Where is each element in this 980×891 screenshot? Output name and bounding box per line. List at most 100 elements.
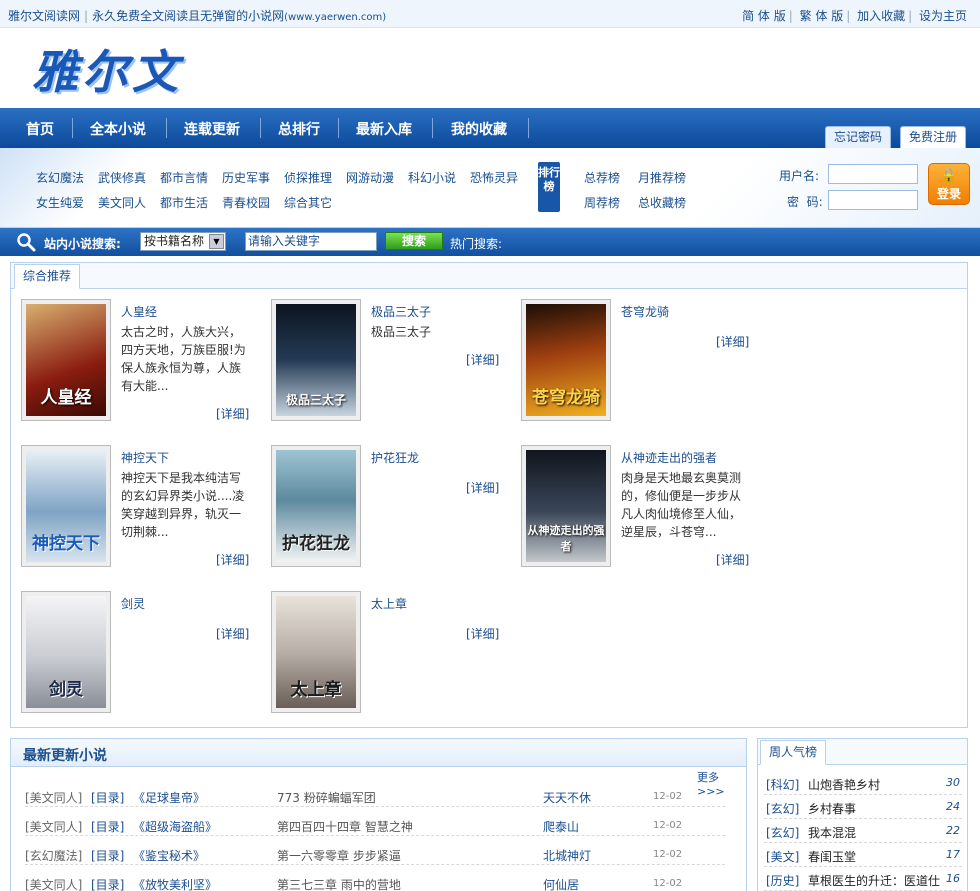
cat-urban-romance[interactable]: 都市言情 xyxy=(160,169,208,186)
row-chapter[interactable]: 773 粉碎蝙蝠军团 xyxy=(277,789,376,806)
book-detail-link[interactable]: [详细] xyxy=(216,551,249,568)
rank-total-recommend[interactable]: 总荐榜 xyxy=(584,169,620,186)
book-title[interactable]: 护花狂龙 xyxy=(371,449,419,466)
nav-full-novels[interactable]: 全本小说 xyxy=(90,119,146,139)
row-title[interactable]: 《鉴宝秘术》 xyxy=(133,847,205,864)
add-favorite-link[interactable]: 加入收藏 xyxy=(857,9,905,23)
row-category[interactable]: [美文同人] xyxy=(25,789,82,806)
nav-new-arrivals[interactable]: 最新入库 xyxy=(356,119,412,139)
ranking-badge: 排行榜 xyxy=(538,162,560,212)
search-input[interactable]: 请输入关键字 xyxy=(245,232,377,251)
item-title[interactable]: 我本混混 xyxy=(808,824,944,841)
row-author[interactable]: 北城神灯 xyxy=(543,847,591,864)
item-title[interactable]: 乡村春事 xyxy=(808,800,944,817)
book-cover[interactable]: 剑灵 xyxy=(21,591,111,713)
cat-horror[interactable]: 恐怖灵异 xyxy=(470,169,518,186)
book-detail-link[interactable]: [详细] xyxy=(216,405,249,422)
set-homepage-link[interactable]: 设为主页 xyxy=(919,9,967,23)
book-title[interactable]: 从神迹走出的强者 xyxy=(621,449,717,466)
cat-girls[interactable]: 女生纯爱 xyxy=(36,194,84,211)
row-toc-link[interactable]: [目录] xyxy=(91,876,124,891)
book-cover[interactable]: 从神迹走出的强者 xyxy=(521,445,611,567)
cover-title: 从神迹走出的强者 xyxy=(527,524,605,553)
row-title[interactable]: 《放牧美利坚》 xyxy=(133,876,217,891)
book-cover[interactable]: 护花狂龙 xyxy=(271,445,361,567)
table-row: [美文同人] [目录] 《放牧美利坚》 第三七三章 雨中的营地 何仙居 12-0… xyxy=(25,874,725,891)
login-button[interactable]: 🔒 登录 xyxy=(928,163,970,205)
simplified-link[interactable]: 简 体 版 xyxy=(742,9,786,23)
site-logo[interactable]: 雅尔文 xyxy=(32,36,192,100)
item-category[interactable]: [玄幻] xyxy=(766,824,799,841)
cat-detective[interactable]: 侦探推理 xyxy=(284,169,332,186)
rank-weekly-recommend[interactable]: 周荐榜 xyxy=(584,194,620,211)
item-category[interactable]: [玄幻] xyxy=(766,800,799,817)
traditional-link[interactable]: 繁 体 版 xyxy=(800,9,844,23)
cat-xuanhuan[interactable]: 玄幻魔法 xyxy=(36,169,84,186)
book-title[interactable]: 苍穹龙骑 xyxy=(621,303,669,320)
tab-weekly-popularity[interactable]: 周人气榜 xyxy=(760,740,827,765)
search-type-select[interactable]: 按书籍名称 ▼ xyxy=(140,232,226,251)
book-detail-link[interactable]: [详细] xyxy=(716,333,749,350)
book-detail-link[interactable]: [详细] xyxy=(466,351,499,368)
book-detail-link[interactable]: [详细] xyxy=(466,625,499,642)
item-category[interactable]: [历史] xyxy=(766,872,799,889)
row-chapter[interactable]: 第四百四十四章 智慧之神 xyxy=(277,818,413,835)
book-title[interactable]: 剑灵 xyxy=(121,595,145,612)
row-category[interactable]: [玄幻魔法] xyxy=(25,847,82,864)
row-category[interactable]: [美文同人] xyxy=(25,876,82,891)
book-title[interactable]: 太上章 xyxy=(371,595,407,612)
password-input[interactable] xyxy=(828,190,918,210)
item-title[interactable]: 山炮香艳乡村 xyxy=(808,776,944,793)
rank-total-favorites[interactable]: 总收藏榜 xyxy=(638,194,686,211)
book-detail-link[interactable]: [详细] xyxy=(716,551,749,568)
cover-title: 苍穹龙骑 xyxy=(532,388,600,408)
item-title[interactable]: 春闺玉堂 xyxy=(808,848,944,865)
row-title[interactable]: 《足球皇帝》 xyxy=(133,789,205,806)
row-author[interactable]: 天天不休 xyxy=(543,789,591,806)
book-cover[interactable]: 苍穹龙骑 xyxy=(521,299,611,421)
item-category[interactable]: [科幻] xyxy=(766,776,799,793)
book-cover[interactable]: 神控天下 xyxy=(21,445,111,567)
book-cover[interactable]: 极品三太子 xyxy=(271,299,361,421)
rank-monthly-recommend[interactable]: 月推荐榜 xyxy=(638,169,686,186)
search-button[interactable]: 搜索 xyxy=(385,232,443,250)
nav-home[interactable]: 首页 xyxy=(26,119,54,139)
item-category[interactable]: [美文] xyxy=(766,848,799,865)
cat-scifi[interactable]: 科幻小说 xyxy=(408,169,456,186)
cat-other[interactable]: 综合其它 xyxy=(284,194,332,211)
username-input[interactable] xyxy=(828,164,918,184)
row-toc-link[interactable]: [目录] xyxy=(91,847,124,864)
book-detail-link[interactable]: [详细] xyxy=(216,625,249,642)
cat-wuxia[interactable]: 武侠修真 xyxy=(98,169,146,186)
tab-recommend[interactable]: 综合推荐 xyxy=(14,264,81,289)
row-author[interactable]: 何仙居 xyxy=(543,876,579,891)
cat-history[interactable]: 历史军事 xyxy=(222,169,270,186)
search-icon xyxy=(17,233,36,252)
nav-my-favorites[interactable]: 我的收藏 xyxy=(451,119,507,139)
row-chapter[interactable]: 第一六零零章 步步紧逼 xyxy=(277,847,401,864)
row-author[interactable]: 爬泰山 xyxy=(543,818,579,835)
book-title[interactable]: 神控天下 xyxy=(121,449,169,466)
book-cover[interactable]: 太上章 xyxy=(271,591,361,713)
site-name[interactable]: 雅尔文阅读网 xyxy=(8,9,80,23)
cat-game-anime[interactable]: 网游动漫 xyxy=(346,169,394,186)
row-chapter[interactable]: 第三七三章 雨中的营地 xyxy=(277,876,401,891)
row-toc-link[interactable]: [目录] xyxy=(91,818,124,835)
row-title[interactable]: 《超级海盗船》 xyxy=(133,818,217,835)
book-card: 极品三太子 极品三太子 极品三太子 [详细] xyxy=(271,299,511,425)
nav-serial-updates[interactable]: 连载更新 xyxy=(184,119,240,139)
row-toc-link[interactable]: [目录] xyxy=(91,789,124,806)
book-title[interactable]: 极品三太子 xyxy=(371,303,431,320)
forgot-password-tab[interactable]: 忘记密码 xyxy=(825,126,892,148)
item-title[interactable]: 草根医生的升迁：医道仕 xyxy=(808,872,944,889)
cat-campus[interactable]: 青春校园 xyxy=(222,194,270,211)
book-detail-link[interactable]: [详细] xyxy=(466,479,499,496)
free-register-tab[interactable]: 免费注册 xyxy=(900,126,967,148)
book-card: 太上章 太上章 [详细] xyxy=(271,591,511,717)
book-title[interactable]: 人皇经 xyxy=(121,303,157,320)
row-category[interactable]: [美文同人] xyxy=(25,818,82,835)
cat-fanfic[interactable]: 美文同人 xyxy=(98,194,146,211)
book-cover[interactable]: 人皇经 xyxy=(21,299,111,421)
nav-total-ranking[interactable]: 总排行 xyxy=(278,119,320,139)
cat-urban-life[interactable]: 都市生活 xyxy=(160,194,208,211)
